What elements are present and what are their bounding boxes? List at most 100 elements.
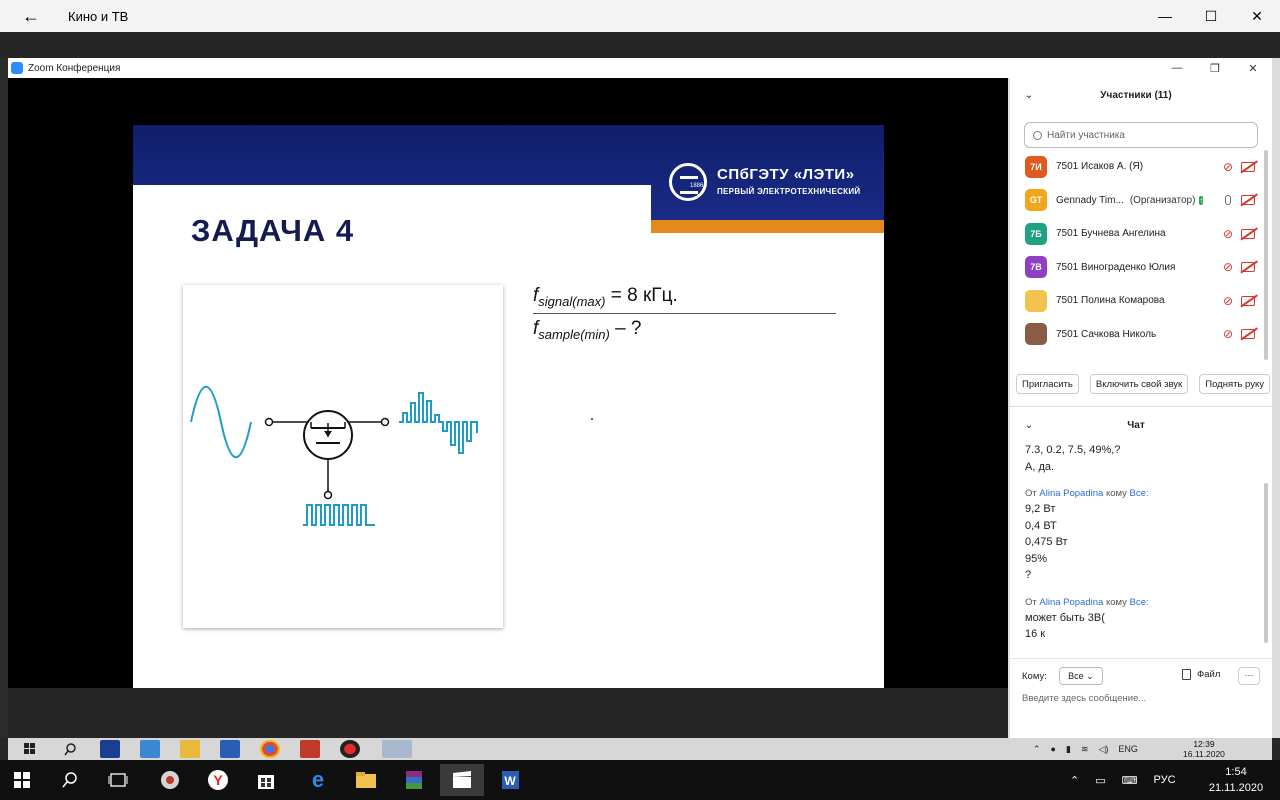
chat-message-input[interactable]: Введите здесь сообщение... [1022,693,1146,704]
close-button[interactable]: ✕ [1234,0,1280,32]
chat-from-label: От [1025,488,1037,499]
powershell-icon[interactable] [100,740,120,758]
movies-tv-icon[interactable] [440,764,484,796]
windows-start-icon[interactable] [0,764,44,796]
zoom-window-title: Zoom Конференция [28,62,121,74]
avatar: GT [1025,189,1047,212]
screen-share-icon: ↑ [1199,195,1204,205]
raise-hand-button[interactable]: Поднять руку [1199,374,1270,394]
participant-row[interactable]: 7Б 7501 Бучнева Ангелина ⊘ [1010,217,1272,251]
logo-year: 1886 [690,183,704,189]
maximize-button[interactable]: ☐ [1188,0,1234,32]
microphone-muted-icon[interactable]: ⊘ [1218,293,1238,309]
keyboard-icon[interactable]: ⌨ [1122,774,1138,787]
chat-message-line: 95% [1025,552,1048,565]
chat-title: Чат [1127,419,1145,431]
more-options-button[interactable]: ··· [1238,667,1260,685]
remote-clock[interactable]: 12:39 16.11.2020 [1183,739,1225,759]
input-terminal [264,417,274,427]
participant-name: 7501 Винограденко Юлия [1056,261,1176,273]
chat-recipient-select[interactable]: Все ⌄ [1058,667,1103,685]
search-icon[interactable] [60,740,80,758]
task-view-icon[interactable] [96,764,140,796]
microphone-muted-icon[interactable]: ⊘ [1218,259,1238,275]
minimize-button[interactable]: — [1142,0,1188,32]
microphone-muted-icon[interactable]: ⊘ [1218,226,1238,242]
zoom-restore-button[interactable]: ❐ [1196,62,1234,75]
system-clock[interactable]: 1:54 21.11.2020 [1205,764,1267,796]
formula-signal-max: fsignal(max) = 8 кГц. [533,285,678,309]
participant-row[interactable]: 7В 7501 Винограденко Юлия ⊘ [1010,251,1272,285]
svg-text:e: e [312,768,324,792]
network-icon[interactable]: ▭ [1095,774,1105,787]
participant-row[interactable]: 7501 Сачкова Николь ⊘ [1010,318,1272,352]
video-off-icon[interactable] [1238,293,1258,309]
participant-row[interactable]: GT Gennady Tim... (Организатор) ↑ [1010,184,1272,218]
edge-icon[interactable]: e [296,764,340,796]
yandex-browser-icon[interactable]: Y [196,764,240,796]
file-explorer-icon[interactable] [344,764,388,796]
volume-icon[interactable]: ◁) [1098,744,1108,755]
chevron-up-icon[interactable]: ⌃ [1070,774,1079,787]
sampling-diagram [183,285,503,628]
store-icon[interactable] [244,764,288,796]
tool-app-icon[interactable] [148,764,192,796]
battery-icon: ▮ [1065,743,1071,754]
participant-row[interactable]: 7И 7501 Исаков А. (Я) ⊘ [1010,150,1272,184]
word-icon[interactable] [220,740,240,758]
zoom-logo-icon [11,62,23,74]
invite-button[interactable]: Пригласить [1016,374,1079,394]
participant-scrollbar[interactable] [1264,150,1268,360]
search-icon[interactable] [48,764,92,796]
remote-app-icon[interactable] [140,740,160,758]
video-off-icon[interactable] [1238,326,1258,342]
remote-app-icon-2[interactable] [300,740,320,758]
svg-text:Y: Y [213,772,223,788]
zoom-close-button[interactable]: ✕ [1234,62,1272,75]
video-off-icon[interactable] [1238,259,1258,275]
avatar [1025,323,1047,346]
chevron-down-icon[interactable]: ⌄ [1010,420,1048,431]
microphone-icon[interactable]: ● [1051,744,1056,754]
microphone-muted-icon[interactable]: ⊘ [1218,159,1238,175]
chevron-up-icon[interactable]: ⌃ [1033,744,1041,755]
emblem-icon [669,163,707,201]
chat-footer-separator [1010,658,1272,659]
chat-scrollbar[interactable] [1264,483,1268,643]
microphone-icon[interactable] [1218,192,1238,208]
file-button[interactable]: Файл [1182,669,1220,680]
chat-recipient: Все: [1129,596,1149,608]
back-button[interactable]: ← [0,0,62,32]
chat-to-word: кому [1105,488,1127,499]
video-off-icon[interactable] [1238,159,1258,175]
chat-recipient: Все: [1129,488,1149,499]
winrar-icon[interactable] [392,764,436,796]
chat-message-line: 7.3, 0.2, 7.5, 49%,? [1025,444,1121,456]
participant-search-input[interactable]: Найти участника [1024,122,1258,148]
zoom-taskbar-icon[interactable] [382,740,412,758]
unmute-button[interactable]: Включить свой звук [1089,374,1189,394]
language-indicator[interactable]: РУС [1154,774,1176,786]
word-icon[interactable]: W [488,764,532,796]
panel-separator [1010,406,1272,407]
avatar [1025,289,1047,312]
file-explorer-icon[interactable] [180,740,200,758]
microphone-muted-icon[interactable]: ⊘ [1218,326,1238,342]
participant-row[interactable]: 7501 Полина Комарова ⊘ [1010,284,1272,318]
windows-start-icon[interactable] [20,740,40,758]
remote-language[interactable]: ENG [1118,744,1138,754]
participant-role: (Организатор) [1129,194,1196,206]
video-off-icon[interactable] [1238,226,1258,242]
record-icon[interactable] [340,740,360,758]
chevron-down-icon[interactable]: ⌄ [1010,90,1048,101]
zoom-minimize-button[interactable]: — [1158,62,1196,74]
chat-message-line: 9,2 Вт [1025,503,1056,515]
remote-taskbar: ⌃ ● ▮ ≋ ◁) ENG 12:39 16.11.2020 [8,738,1272,760]
video-off-icon[interactable] [1238,192,1258,208]
remote-desktop-edge-right [1272,58,1280,738]
participant-actions: Пригласить Включить свой звук Поднять ру… [1016,374,1270,394]
chrome-icon[interactable] [260,740,280,758]
network-icon[interactable]: ≋ [1081,744,1089,755]
chat-to-label: Кому: [1022,670,1047,682]
university-logo: 1886 СПбГЭТУ «ЛЭТИ» ПЕРВЫЙ ЭЛЕКТРОТЕХНИЧ… [669,163,879,203]
